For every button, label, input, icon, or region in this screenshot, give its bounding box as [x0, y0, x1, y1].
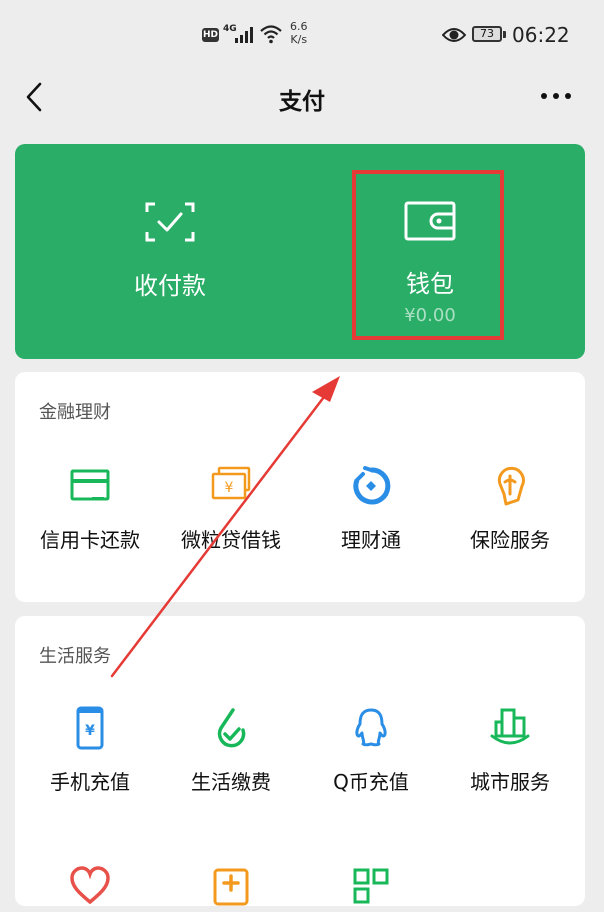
section-title: 金融理财 — [39, 402, 111, 423]
utility-payment-item[interactable]: 生活缴费 — [160, 706, 302, 795]
city-service-item[interactable]: 城市服务 — [439, 706, 581, 795]
receive-pay-label: 收付款 — [134, 272, 206, 300]
insurance-item[interactable]: 保险服务 — [439, 464, 581, 553]
heart-charity-icon — [70, 866, 110, 905]
item-label: 微粒贷借钱 — [181, 528, 281, 552]
licaitong-icon — [353, 466, 391, 505]
insurance-umbrella-icon — [497, 466, 525, 506]
item-label: Q币充值 — [333, 770, 409, 794]
status-bar: HD 4G 6.6 K/s 73 06:22 — [0, 0, 604, 70]
credit-card-icon — [70, 469, 110, 501]
more-horizontal-icon[interactable] — [538, 86, 574, 106]
speed-value: 6.6 — [290, 20, 308, 33]
highlight-box — [352, 170, 504, 340]
qq-coin-icon — [355, 708, 387, 747]
svg-text:¥: ¥ — [225, 480, 234, 496]
scan-check-icon — [145, 202, 195, 242]
qr-grid-icon — [353, 868, 389, 904]
phone-recharge-icon: ¥ — [76, 706, 104, 750]
clock: 06:22 — [512, 23, 570, 47]
charity-item[interactable] — [19, 864, 161, 912]
network-speed: 6.6 K/s — [290, 20, 308, 46]
medical-plus-icon — [213, 868, 249, 906]
item-label: 保险服务 — [470, 528, 550, 552]
item-label: 城市服务 — [470, 770, 550, 794]
item-label: 生活缴费 — [191, 770, 271, 794]
hd-badge: HD — [202, 28, 219, 42]
medical-item[interactable] — [160, 864, 302, 912]
eye-icon — [442, 28, 466, 42]
weilidai-item[interactable]: ¥ 微粒贷借钱 — [160, 464, 302, 553]
item-label: 信用卡还款 — [40, 528, 140, 552]
life-services-section: 生活服务 ¥ 手机充值 生活缴费 Q币充值 城市服务 — [15, 616, 585, 906]
speed-unit: K/s — [290, 33, 308, 46]
signal-icon — [235, 27, 253, 43]
wifi-icon — [260, 25, 282, 44]
battery-indicator: 73 — [472, 26, 502, 42]
item-label: 手机充值 — [50, 770, 130, 794]
page-title: 支付 — [279, 89, 325, 115]
yuan-bill-icon: ¥ — [211, 466, 251, 500]
item-label: 理财通 — [341, 528, 401, 552]
battery-tip — [503, 31, 506, 38]
q-coin-item[interactable]: Q币充值 — [300, 706, 442, 795]
credit-card-repay-item[interactable]: 信用卡还款 — [19, 464, 161, 553]
section-title: 生活服务 — [39, 646, 111, 667]
receive-pay-button[interactable]: 收付款 — [85, 144, 255, 359]
phone-recharge-item[interactable]: ¥ 手机充值 — [19, 706, 161, 795]
finance-section: 金融理财 信用卡还款 ¥ 微粒贷借钱 理财通 保险服务 — [15, 372, 585, 602]
svg-text:¥: ¥ — [85, 723, 95, 739]
qr-item[interactable] — [300, 864, 442, 912]
licaitong-item[interactable]: 理财通 — [300, 464, 442, 553]
city-service-icon — [490, 708, 530, 745]
utility-payment-icon — [217, 708, 246, 748]
